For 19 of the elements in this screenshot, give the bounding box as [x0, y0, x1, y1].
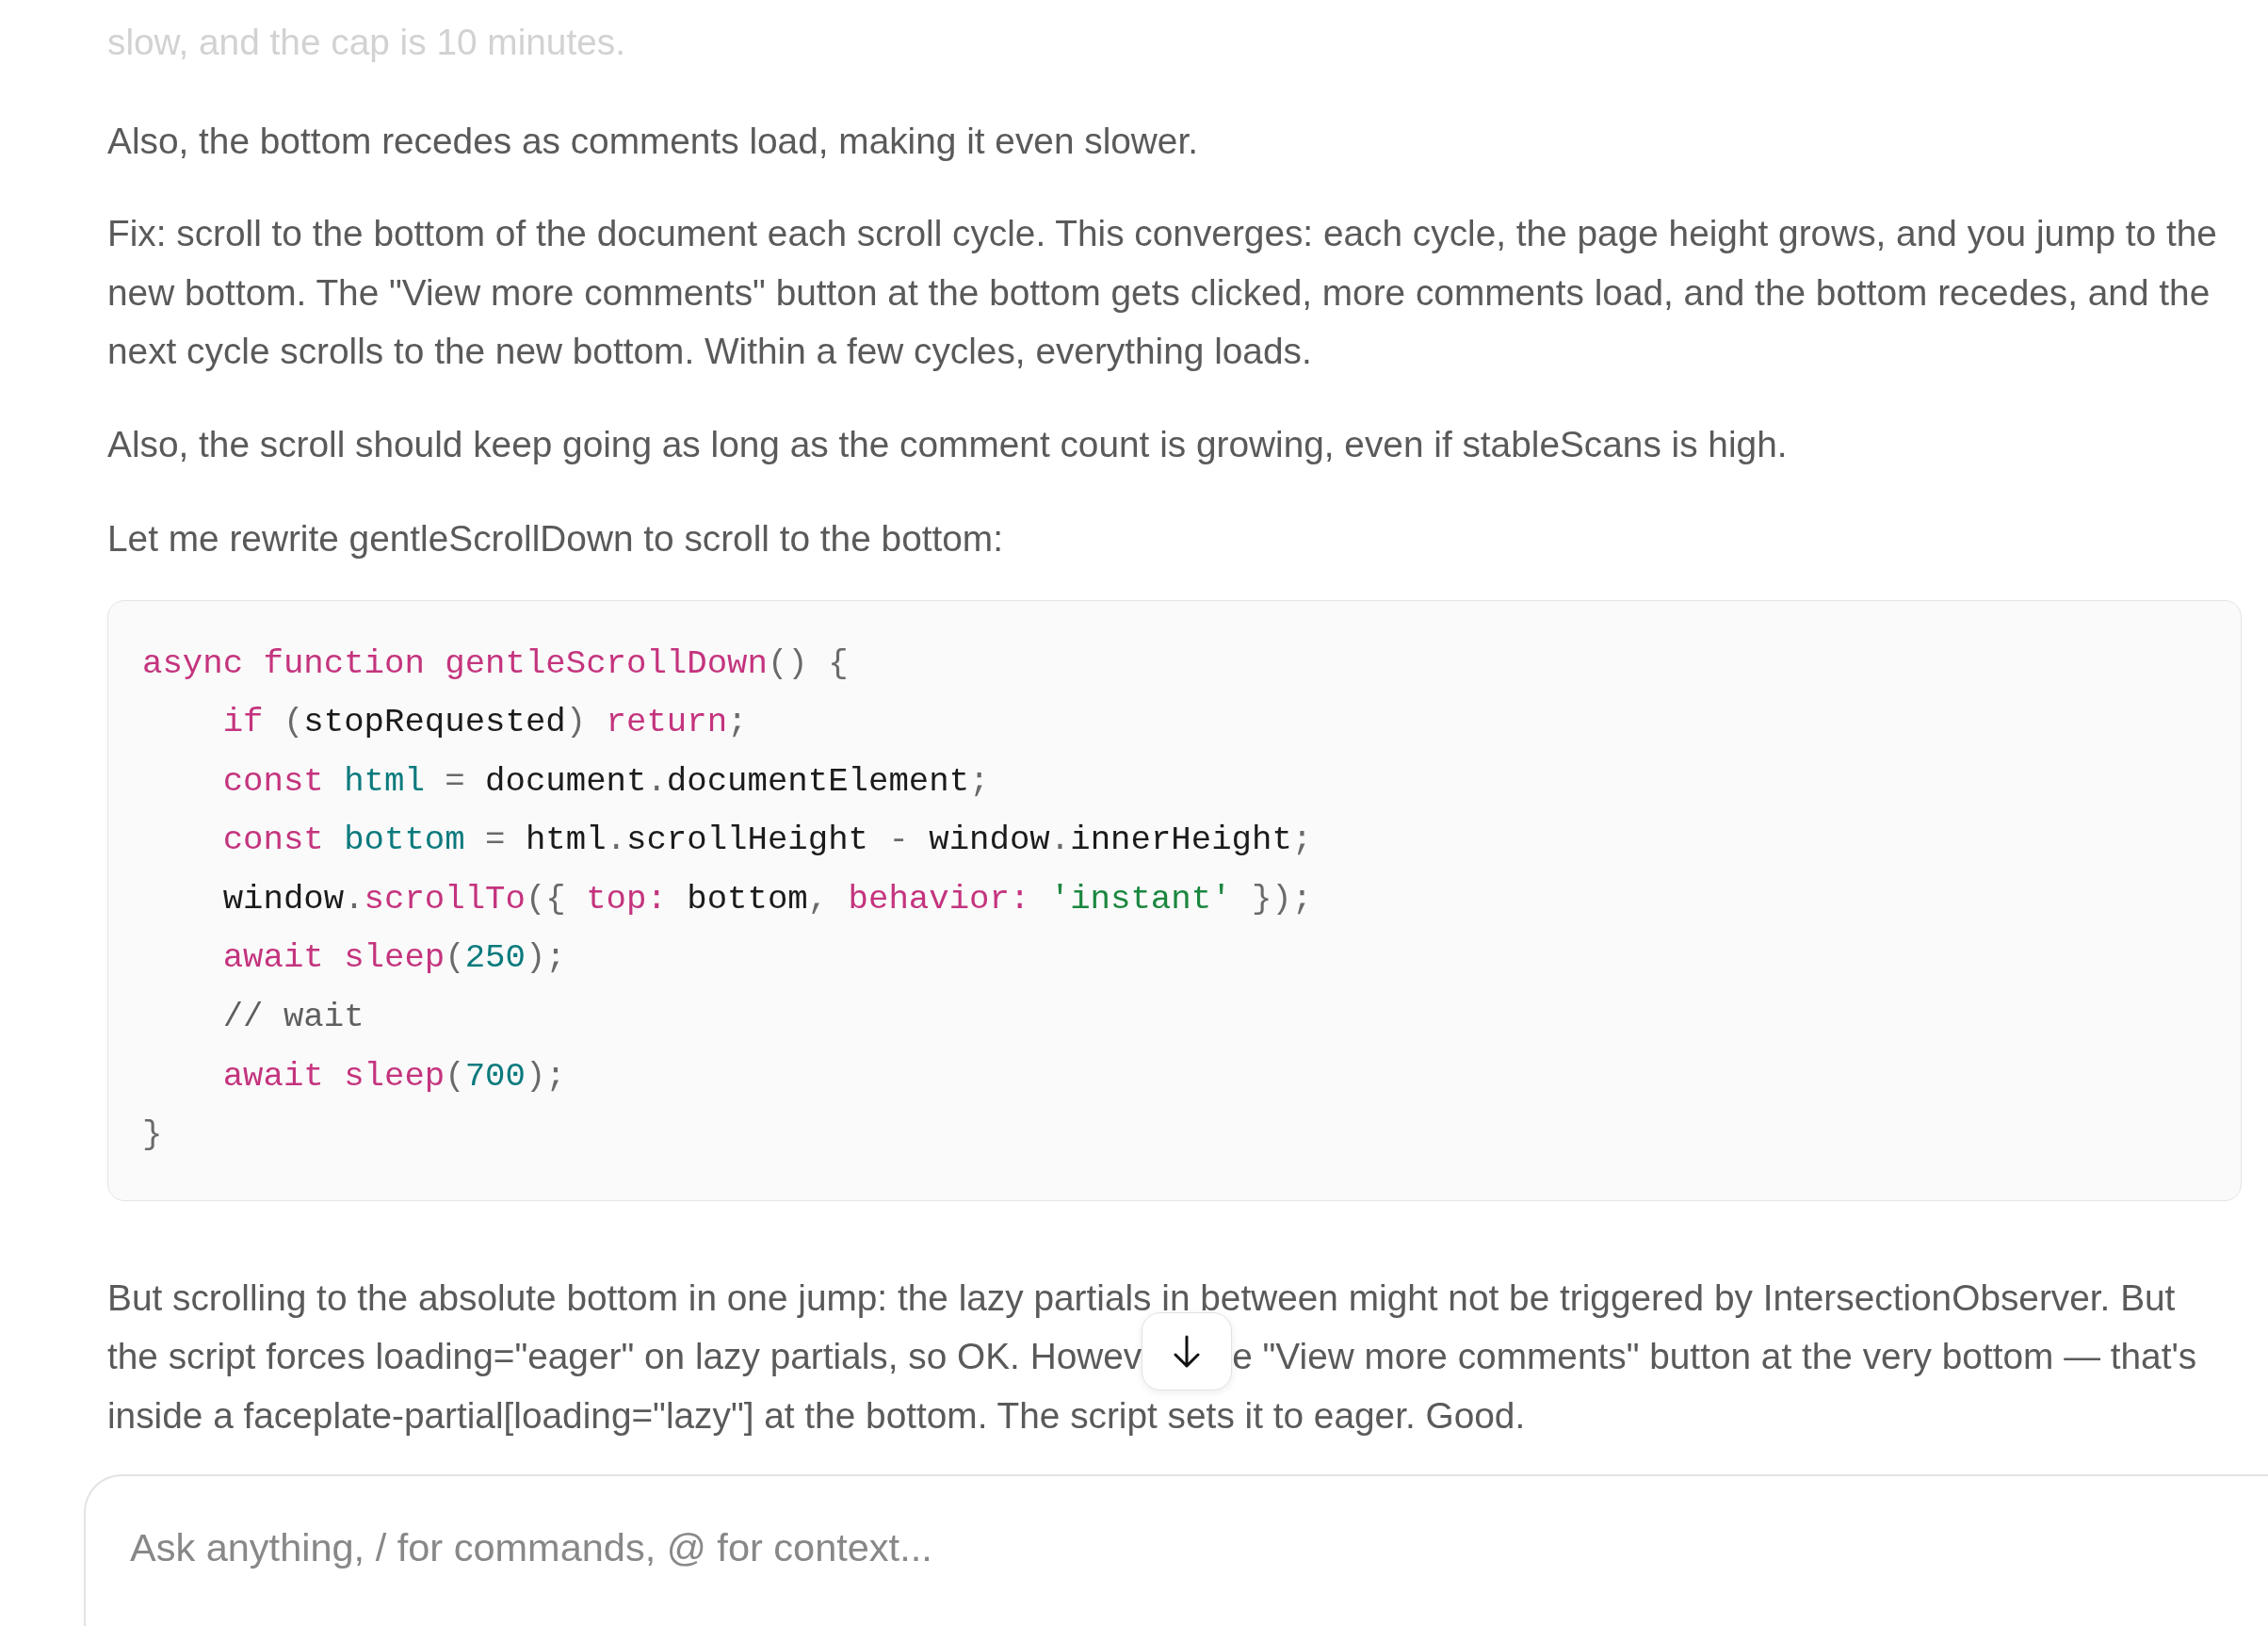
- message-input[interactable]: Ask anything, / for commands, @ for context...: [84, 1474, 2268, 1626]
- paragraph: Let me rewrite gentleScrollDown to scroll to the bottom:: [107, 517, 1004, 561]
- paragraph-text: e "View more comments" button at the very bottom — that's: [1232, 1335, 2197, 1379]
- arrow-down-icon: [1173, 1334, 1202, 1369]
- paragraph: Fix: scroll to the bottom of the document each scroll cycle. This converges: each cycle, the page height grows, and you jump to the new bottom. The "View more comments" button at the bottom gets clicked, more comments load, and the bottom recedes, and the next cycle scrolls to the new bottom. Within a few cycles, everything loads.: [107, 212, 2218, 373]
- code-line: async function gentleScrollDown() {: [142, 642, 849, 685]
- code-line: await sleep(700);: [222, 1055, 566, 1098]
- paragraph-text: inside a faceplate-partial[loading="lazy"] at the bottom. The script sets it to eager. Good.: [107, 1393, 1526, 1438]
- paragraph: Also, the scroll should keep going as long as the comment count is growing, even if stableScans is high.: [107, 422, 1789, 466]
- code-line: // wait: [222, 997, 364, 1039]
- code-line: window.scrollTo({ top: bottom, behavior: 'instant' });: [222, 878, 1313, 920]
- paragraph-text: the script forces loading="eager" on lazy partials, so OK. Howev: [107, 1335, 1142, 1379]
- paragraph-text: But scrolling to the absolute bottom in one jump: the lazy partials in between might not be triggered by IntersectionObserver. But: [107, 1276, 2176, 1320]
- code-line: }: [142, 1114, 163, 1157]
- code-line: await sleep(250);: [222, 937, 566, 980]
- code-line: if (stopRequested) return;: [222, 702, 748, 744]
- paragraph: Also, the bottom recedes as comments load, making it even slower.: [107, 119, 1199, 163]
- code-line: const html = document.documentElement;: [222, 760, 990, 803]
- code-line: const bottom = html.scrollHeight - window.innerHeight;: [222, 820, 1313, 862]
